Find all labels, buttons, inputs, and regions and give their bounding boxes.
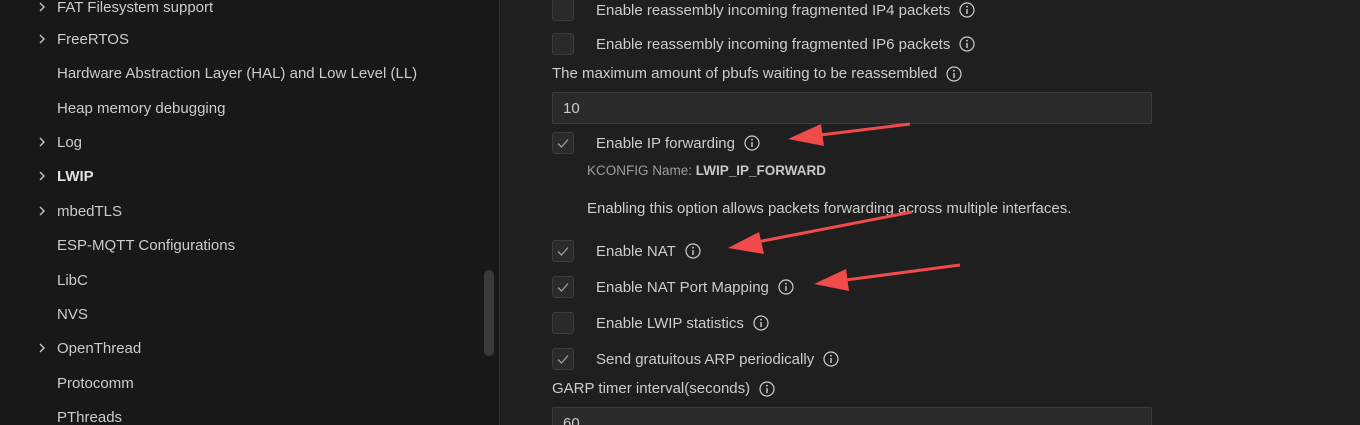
checkbox-nat-port-mapping[interactable] (552, 276, 574, 298)
sidebar-item-label: LWIP (57, 167, 94, 185)
info-icon[interactable] (959, 36, 975, 52)
info-icon[interactable] (946, 65, 962, 82)
sidebar-item-pthreads[interactable]: PThreads (0, 402, 480, 425)
setting-reassembly-ip4: Enable reassembly incoming fragmented IP… (552, 0, 975, 23)
garp-timer-input[interactable]: 60 (552, 407, 1152, 425)
setting-description: Enabling this option allows packets forw… (587, 200, 1072, 217)
info-icon[interactable] (823, 351, 839, 367)
sidebar-item-lwip[interactable]: LWIP (0, 161, 480, 191)
check-icon (557, 283, 569, 292)
sidebar-item-label: OpenThread (57, 339, 142, 357)
info-icon[interactable] (778, 279, 794, 295)
sidebar-item-fat-filesystem[interactable]: FAT Filesystem support (0, 0, 480, 22)
info-icon[interactable] (744, 135, 760, 151)
check-icon (557, 139, 569, 148)
sidebar-item-nvs[interactable]: NVS (0, 299, 480, 329)
checkbox-garp[interactable] (552, 348, 574, 370)
sidebar-item-log[interactable]: Log (0, 127, 480, 157)
setting-label: Enable LWIP statistics (596, 314, 744, 332)
setting-label: Enable IP forwarding (596, 134, 735, 152)
setting-ip-forward: Enable IP forwarding (552, 130, 760, 156)
sidebar-item-openthread[interactable]: OpenThread (0, 333, 480, 363)
setting-reassembly-ip6: Enable reassembly incoming fragmented IP… (552, 31, 975, 57)
max-pbufs-input[interactable]: 10 (552, 92, 1152, 124)
annotation-arrow-nat-port-mapping (814, 263, 961, 291)
check-icon (557, 247, 569, 256)
info-icon[interactable] (685, 243, 701, 259)
annotation-arrow-nat (728, 210, 913, 254)
info-icon[interactable] (759, 380, 775, 397)
chevron-right-icon (39, 137, 45, 147)
setting-max-pbufs-label: The maximum amount of pbufs waiting to b… (552, 65, 962, 82)
sidebar-item-mbedtls[interactable]: mbedTLS (0, 196, 480, 226)
checkbox-lwip-stats[interactable] (552, 312, 574, 334)
settings-sidebar: FAT Filesystem support FreeRTOS Hardware… (0, 0, 500, 425)
checkbox-reassembly-ip6[interactable] (552, 33, 574, 55)
sidebar-item-hal[interactable]: Hardware Abstraction Layer (HAL) and Low… (0, 58, 480, 88)
chevron-right-icon (39, 343, 45, 353)
setting-nat-port-mapping: Enable NAT Port Mapping (552, 274, 794, 300)
kconfig-prefix: KCONFIG Name: (587, 163, 693, 178)
check-icon (557, 355, 569, 364)
sidebar-item-label: FAT Filesystem support (57, 0, 214, 16)
checkbox-reassembly-ip4[interactable] (552, 0, 574, 21)
chevron-right-icon (39, 206, 45, 216)
sidebar-item-label: PThreads (57, 408, 123, 425)
info-icon[interactable] (959, 2, 975, 18)
chevron-right-icon (39, 2, 45, 12)
sidebar-item-label: LibC (57, 271, 88, 289)
setting-label: The maximum amount of pbufs waiting to b… (552, 65, 938, 82)
sidebar-item-esp-mqtt[interactable]: ESP-MQTT Configurations (0, 230, 480, 260)
chevron-right-icon (39, 171, 45, 181)
kconfig-value: LWIP_IP_FORWARD (695, 163, 827, 178)
setting-label: GARP timer interval(seconds) (552, 380, 751, 397)
settings-pane: Enable reassembly incoming fragmented IP… (500, 0, 1360, 425)
sidebar-item-label: Log (57, 133, 83, 151)
sidebar-item-label: FreeRTOS (57, 30, 129, 48)
sidebar-item-label: Heap memory debugging (57, 99, 226, 117)
setting-label: Send gratuitous ARP periodically (596, 350, 815, 368)
sidebar-item-freertos[interactable]: FreeRTOS (0, 24, 480, 54)
setting-label: Enable NAT Port Mapping (596, 278, 769, 296)
sidebar-item-label: Protocomm (57, 374, 134, 392)
setting-label: Enable reassembly incoming fragmented IP… (596, 35, 951, 53)
sidebar-item-label: NVS (57, 305, 88, 323)
sidebar-item-protocomm[interactable]: Protocomm (0, 368, 480, 398)
sidebar-item-label: ESP-MQTT Configurations (57, 236, 236, 254)
setting-garp: Send gratuitous ARP periodically (552, 346, 839, 372)
checkbox-nat[interactable] (552, 240, 574, 262)
setting-nat: Enable NAT (552, 238, 701, 264)
setting-label: Enable NAT (596, 242, 676, 260)
checkbox-ip-forward[interactable] (552, 132, 574, 154)
info-icon[interactable] (753, 315, 769, 331)
annotation-arrow-ip-forward (788, 122, 911, 146)
setting-lwip-stats: Enable LWIP statistics (552, 310, 769, 336)
setting-garp-timer-label: GARP timer interval(seconds) (552, 380, 775, 397)
chevron-right-icon (39, 34, 45, 44)
sidebar-item-heap-debugging[interactable]: Heap memory debugging (0, 93, 480, 123)
sidebar-scrollbar[interactable] (484, 270, 494, 356)
sidebar-item-libc[interactable]: LibC (0, 265, 480, 295)
sidebar-item-label: mbedTLS (57, 202, 123, 220)
setting-label: Enable reassembly incoming fragmented IP… (596, 1, 951, 19)
kconfig-name: KCONFIG Name: LWIP_IP_FORWARD (587, 163, 826, 178)
sidebar-item-label: Hardware Abstraction Layer (HAL) and Low… (57, 64, 418, 82)
